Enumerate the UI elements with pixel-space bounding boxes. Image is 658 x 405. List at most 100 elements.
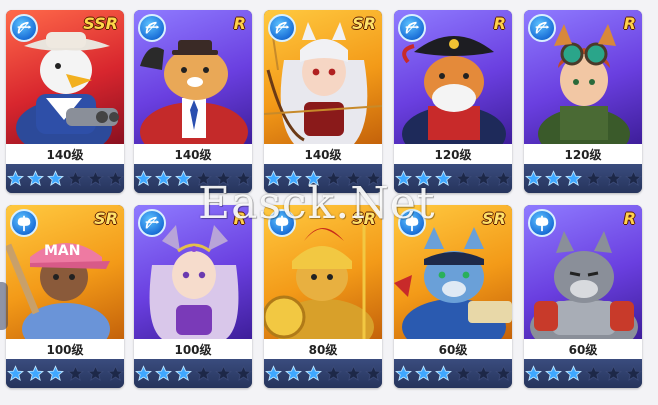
star-filled-icon	[154, 170, 172, 187]
hero-grid: SSR 140级 R 140级 SR 140级 R 120级 R 120级 MAN SR 100级 R 10…	[6, 10, 646, 398]
star-filled-icon	[134, 365, 152, 382]
star-empty-icon	[66, 170, 84, 187]
hero-portrait: R	[134, 205, 252, 339]
rarity-label: R	[233, 209, 246, 228]
star-empty-icon	[106, 365, 124, 382]
star-empty-icon	[234, 170, 252, 187]
star-filled-icon	[26, 170, 44, 187]
star-empty-icon	[604, 365, 622, 382]
star-filled-icon	[46, 170, 64, 187]
hero-card[interactable]: MAN SR 100级	[6, 205, 124, 388]
star-filled-icon	[524, 170, 542, 187]
star-empty-icon	[214, 170, 232, 187]
star-empty-icon	[66, 365, 84, 382]
star-empty-icon	[494, 170, 512, 187]
rarity-label: SR	[482, 209, 506, 228]
hero-card[interactable]: SR 140级	[264, 10, 382, 193]
star-filled-icon	[174, 170, 192, 187]
star-filled-icon	[544, 365, 562, 382]
star-filled-icon	[174, 365, 192, 382]
bow-icon	[528, 14, 556, 42]
star-filled-icon	[304, 170, 322, 187]
star-empty-icon	[234, 365, 252, 382]
bow-icon	[10, 14, 38, 42]
star-empty-icon	[624, 170, 642, 187]
hero-portrait: R	[524, 205, 642, 339]
star-empty-icon	[474, 365, 492, 382]
star-filled-icon	[284, 365, 302, 382]
star-filled-icon	[6, 170, 24, 187]
hero-portrait: SSR	[6, 10, 124, 144]
hero-card[interactable]: R 60级	[524, 205, 642, 388]
star-rating	[134, 359, 252, 388]
hero-card[interactable]: SR 60级	[394, 205, 512, 388]
axe-icon	[528, 209, 556, 237]
star-empty-icon	[494, 365, 512, 382]
hero-portrait: R	[394, 10, 512, 144]
hero-portrait: SR	[264, 10, 382, 144]
star-empty-icon	[454, 170, 472, 187]
hero-level: 140级	[6, 144, 124, 164]
bow-icon	[268, 14, 296, 42]
hero-level: 120级	[524, 144, 642, 164]
axe-icon	[398, 209, 426, 237]
star-filled-icon	[304, 365, 322, 382]
star-filled-icon	[394, 365, 412, 382]
star-rating	[524, 164, 642, 193]
star-filled-icon	[394, 170, 412, 187]
star-empty-icon	[194, 170, 212, 187]
hero-portrait: R	[524, 10, 642, 144]
rarity-label: SSR	[83, 14, 118, 33]
hero-level: 100级	[134, 339, 252, 359]
star-filled-icon	[434, 170, 452, 187]
hero-level: 100级	[6, 339, 124, 359]
hero-card[interactable]: R 120级	[394, 10, 512, 193]
bow-icon	[398, 14, 426, 42]
star-empty-icon	[214, 365, 232, 382]
star-rating	[6, 359, 124, 388]
star-rating	[524, 359, 642, 388]
rarity-label: R	[233, 14, 246, 33]
star-filled-icon	[264, 365, 282, 382]
rarity-label: R	[623, 209, 636, 228]
star-filled-icon	[26, 365, 44, 382]
hero-level: 80级	[264, 339, 382, 359]
hero-portrait: SR	[394, 205, 512, 339]
hero-card[interactable]: R 120级	[524, 10, 642, 193]
star-empty-icon	[364, 365, 382, 382]
axe-icon	[10, 209, 38, 237]
hero-card[interactable]: SR 80级	[264, 205, 382, 388]
scroll-handle[interactable]	[0, 282, 8, 330]
star-empty-icon	[344, 365, 362, 382]
hero-card[interactable]: R 100级	[134, 205, 252, 388]
star-filled-icon	[284, 170, 302, 187]
bow-icon	[138, 14, 166, 42]
star-empty-icon	[364, 170, 382, 187]
rarity-label: R	[493, 14, 506, 33]
rarity-label: SR	[352, 14, 376, 33]
hero-level: 60级	[524, 339, 642, 359]
hero-portrait: R	[134, 10, 252, 144]
star-filled-icon	[564, 170, 582, 187]
hero-card[interactable]: SSR 140级	[6, 10, 124, 193]
star-filled-icon	[6, 365, 24, 382]
star-rating	[394, 359, 512, 388]
star-rating	[394, 164, 512, 193]
star-empty-icon	[584, 170, 602, 187]
star-empty-icon	[344, 170, 362, 187]
hero-level: 120级	[394, 144, 512, 164]
star-filled-icon	[414, 365, 432, 382]
star-filled-icon	[414, 170, 432, 187]
rarity-label: SR	[94, 209, 118, 228]
hero-portrait: SR	[264, 205, 382, 339]
star-rating	[134, 164, 252, 193]
star-filled-icon	[544, 170, 562, 187]
star-filled-icon	[154, 365, 172, 382]
star-rating	[6, 164, 124, 193]
star-empty-icon	[454, 365, 472, 382]
star-empty-icon	[194, 365, 212, 382]
hero-card[interactable]: R 140级	[134, 10, 252, 193]
star-empty-icon	[474, 170, 492, 187]
hero-level: 140级	[134, 144, 252, 164]
star-empty-icon	[86, 170, 104, 187]
